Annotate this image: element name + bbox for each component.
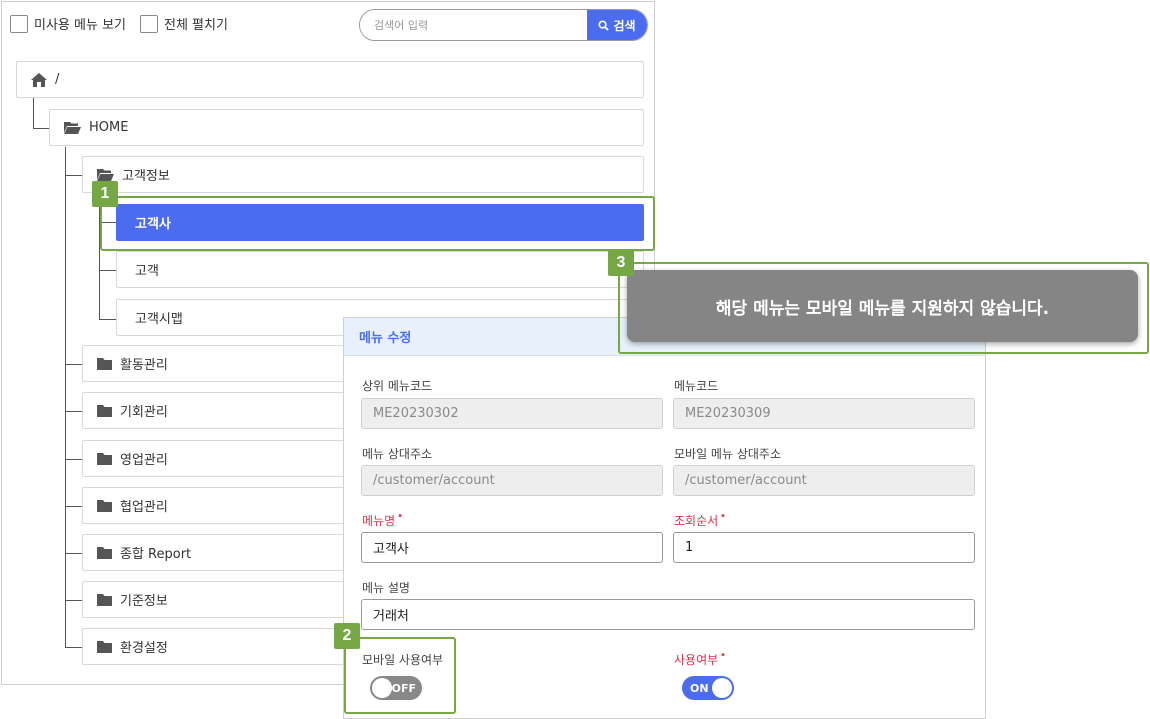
home-icon	[31, 72, 47, 87]
show-unused-label: 미사용 메뉴 보기	[34, 18, 126, 33]
order-label: 조회순서	[674, 512, 724, 529]
search-bar: 검색	[359, 9, 648, 41]
tree-node-label: 고객정보	[122, 169, 170, 184]
menu-desc-field[interactable]: 거래처	[361, 599, 975, 630]
menu-code-label: 메뉴코드	[674, 379, 719, 393]
tree-node-label: 종합 Report	[120, 547, 192, 562]
tree-node-label: 환경설정	[120, 641, 168, 656]
toggle-state: OFF	[391, 681, 416, 695]
callout-3-badge: 3	[608, 250, 634, 276]
use-label: 사용여부	[674, 651, 724, 668]
toggle-state: ON	[690, 681, 709, 695]
folder-icon	[97, 593, 112, 606]
tree-node-client-company[interactable]: 고객사	[116, 204, 644, 241]
mobile-use-toggle[interactable]: OFF	[370, 676, 422, 700]
mobile-path-label: 모바일 메뉴 상대주소	[674, 447, 781, 461]
tree-node-label: 기회관리	[120, 405, 168, 420]
menu-path-field[interactable]: /customer/account	[361, 465, 663, 496]
tree-node-label: 고객	[135, 264, 159, 279]
menu-path-label: 메뉴 상대주소	[362, 447, 433, 461]
expand-all-label: 전체 펼치기	[164, 18, 228, 33]
tree-node-label: /	[55, 72, 60, 87]
menu-name-field[interactable]: 고객사	[361, 532, 663, 563]
show-unused-checkbox[interactable]: 미사용 메뉴 보기	[10, 14, 126, 33]
toggle-knob	[372, 678, 392, 698]
search-button[interactable]: 검색	[587, 10, 647, 40]
tree-node-customer[interactable]: 고객	[116, 251, 644, 288]
use-toggle[interactable]: ON	[682, 676, 734, 700]
callout-2-badge: 2	[334, 623, 360, 649]
tree-node-label: 활동관리	[120, 358, 168, 373]
mobile-unsupported-toast: 해당 메뉴는 모바일 메뉴를 지원하지 않습니다.	[627, 270, 1138, 342]
folder-open-icon	[97, 169, 114, 181]
tree-node-customer-info[interactable]: 고객정보	[82, 156, 644, 193]
menu-name-label: 메뉴명	[362, 512, 401, 529]
folder-icon	[97, 404, 112, 417]
menu-desc-label: 메뉴 설명	[362, 581, 410, 595]
parent-code-label: 상위 메뉴코드	[362, 379, 433, 393]
search-icon	[598, 19, 610, 31]
order-field[interactable]: 1	[673, 532, 975, 563]
folder-icon	[97, 357, 112, 370]
folder-icon	[97, 452, 112, 465]
tree-node-label: 영업관리	[120, 453, 168, 468]
tree-node-label: 고객사	[135, 217, 171, 232]
search-button-label: 검색	[613, 18, 636, 33]
menu-edit-panel: 메뉴 수정 상위 메뉴코드 ME20230302 메뉴코드 ME20230309…	[343, 317, 986, 719]
folder-icon	[97, 640, 112, 653]
tree-node-root[interactable]: /	[16, 61, 644, 98]
folder-icon	[97, 499, 112, 512]
tree-node-label: 고객시맵	[135, 312, 183, 327]
folder-open-icon	[64, 122, 81, 134]
callout-1-badge: 1	[92, 181, 118, 207]
tree-node-label: 협업관리	[120, 500, 168, 515]
checkbox-box[interactable]	[140, 14, 158, 33]
tree-node-label: HOME	[89, 120, 129, 135]
expand-all-checkbox[interactable]: 전체 펼치기	[140, 14, 228, 33]
menu-code-field[interactable]: ME20230309	[673, 398, 975, 429]
parent-code-field[interactable]: ME20230302	[361, 398, 663, 429]
mobile-use-label: 모바일 사용여부	[362, 653, 444, 667]
mobile-path-field[interactable]: /customer/account	[673, 465, 975, 496]
toggle-knob	[712, 678, 732, 698]
tree-node-home[interactable]: HOME	[49, 109, 644, 146]
folder-icon	[97, 546, 112, 559]
search-input[interactable]	[360, 10, 587, 40]
checkbox-box[interactable]	[10, 14, 28, 33]
tree-node-label: 기준정보	[120, 594, 168, 609]
